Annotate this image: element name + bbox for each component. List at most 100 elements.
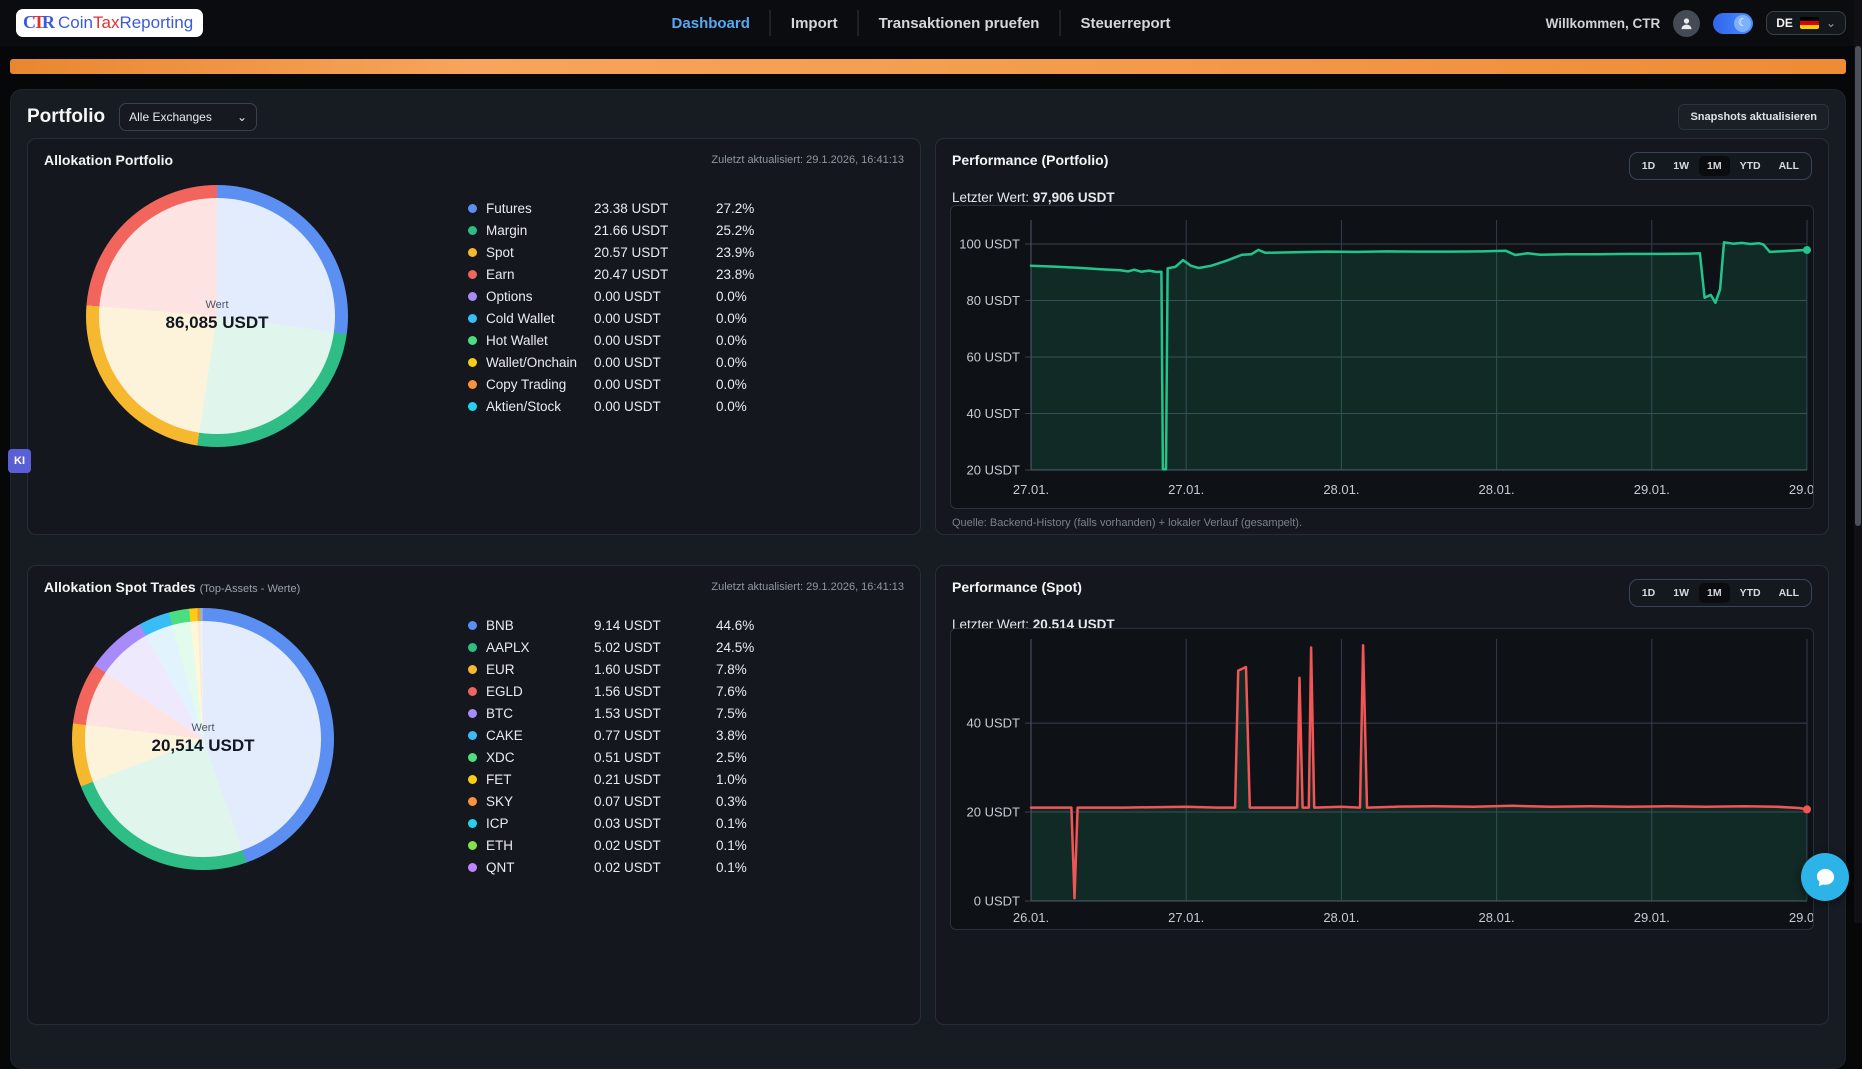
svg-text:40 USDT: 40 USDT — [967, 406, 1021, 421]
legend-value: 0.77 USDT — [594, 728, 716, 743]
legend-row-btc: BTC1.53 USDT7.5% — [468, 702, 786, 724]
legend-row-egld: EGLD1.56 USDT7.6% — [468, 680, 786, 702]
range-button-1m[interactable]: 1M — [1699, 156, 1730, 176]
svg-text:20 USDT: 20 USDT — [967, 463, 1021, 478]
theme-toggle[interactable]: ☾ — [1713, 13, 1753, 34]
legend-percent: 23.8% — [716, 267, 786, 282]
source-note: Quelle: Backend-History (falls vorhanden… — [952, 517, 1302, 529]
legend-label: Margin — [486, 223, 594, 238]
portfolio-donut-chart[interactable]: Wert 86,085 USDT — [86, 185, 348, 447]
range-button-all[interactable]: ALL — [1771, 583, 1807, 603]
portfolio-line-chart[interactable]: 100 USDT80 USDT60 USDT40 USDT20 USDT27.0… — [950, 205, 1814, 509]
app-logo[interactable]: CTR CoinTaxReporting — [16, 9, 203, 37]
legend-value: 0.00 USDT — [594, 355, 716, 370]
svg-text:28.01.: 28.01. — [1479, 482, 1515, 497]
legend-label: Wallet/Onchain — [486, 355, 594, 370]
legend-dot — [468, 863, 477, 872]
last-value-line: Letzter Wert: 97,906 USDT — [936, 180, 1828, 205]
legend-row-futures: Futures23.38 USDT27.2% — [468, 197, 786, 219]
line-chart-svg: 100 USDT80 USDT60 USDT40 USDT20 USDT27.0… — [951, 206, 1814, 508]
legend-value: 0.51 USDT — [594, 750, 716, 765]
legend-value: 0.00 USDT — [594, 289, 716, 304]
legend-value: 0.02 USDT — [594, 838, 716, 853]
legend-dot — [468, 621, 477, 630]
legend-dot — [468, 819, 477, 828]
legend-label: Aktien/Stock — [486, 399, 594, 414]
legend-label: EUR — [486, 662, 594, 677]
spot-line-chart[interactable]: 40 USDT20 USDT0 USDT26.01.27.01.28.01.28… — [950, 628, 1814, 930]
nav-link-steuerreport[interactable]: Steuerreport — [1080, 15, 1170, 32]
legend-value: 0.00 USDT — [594, 399, 716, 414]
legend-dot — [468, 270, 477, 279]
legend-value: 0.03 USDT — [594, 816, 716, 831]
legend-percent: 3.8% — [716, 728, 786, 743]
legend-label: ICP — [486, 816, 594, 831]
spot-legend: BNB9.14 USDT44.6%AAPLX5.02 USDT24.5%EUR1… — [468, 614, 786, 878]
range-button-ytd[interactable]: YTD — [1732, 156, 1769, 176]
legend-percent: 7.5% — [716, 706, 786, 721]
allocation-spot-card: Allokation Spot Trades (Top-Assets - Wer… — [27, 565, 921, 1025]
spot-donut-chart[interactable]: Wert 20,514 USDT — [72, 608, 334, 870]
legend-value: 20.47 USDT — [594, 267, 716, 282]
navbar: CTR CoinTaxReporting Dashboard Import Tran… — [0, 0, 1862, 46]
legend-label: Cold Wallet — [486, 311, 594, 326]
legend-dot — [468, 643, 477, 652]
legend-value: 0.00 USDT — [594, 311, 716, 326]
range-button-all[interactable]: ALL — [1771, 156, 1807, 176]
legend-value: 0.00 USDT — [594, 377, 716, 392]
chevron-down-icon: ⌄ — [1826, 20, 1836, 26]
svg-text:27.01.: 27.01. — [1013, 482, 1049, 497]
legend-row-xdc: XDC0.51 USDT2.5% — [468, 746, 786, 768]
legend-row-eth: ETH0.02 USDT0.1% — [468, 834, 786, 856]
legend-dot — [468, 797, 477, 806]
svg-text:60 USDT: 60 USDT — [967, 350, 1021, 365]
chat-widget-button[interactable] — [1801, 853, 1849, 901]
exchange-filter-select[interactable]: Alle Exchanges ⌄ — [119, 103, 257, 131]
range-button-ytd[interactable]: YTD — [1732, 583, 1769, 603]
range-button-1m[interactable]: 1M — [1699, 583, 1730, 603]
vertical-scrollbar[interactable] — [1854, 0, 1862, 923]
range-button-1w[interactable]: 1W — [1665, 156, 1697, 176]
last-updated-text: Zuletzt aktualisiert: 29.1.2026, 16:41:1… — [711, 152, 904, 166]
snapshots-refresh-button[interactable]: Snapshots aktualisieren — [1678, 104, 1829, 130]
nav-link-import[interactable]: Import — [791, 15, 838, 32]
svg-text:29.01.: 29.01. — [1789, 482, 1814, 497]
legend-label: FET — [486, 772, 594, 787]
legend-row-spot: Spot20.57 USDT23.9% — [468, 241, 786, 263]
time-range-selector: 1D1W1MYTDALL — [1629, 152, 1812, 180]
language-select[interactable]: DE ⌄ — [1766, 11, 1846, 35]
legend-percent: 7.6% — [716, 684, 786, 699]
legend-dot — [468, 775, 477, 784]
legend-label: Earn — [486, 267, 594, 282]
legend-label: Options — [486, 289, 594, 304]
svg-text:20 USDT: 20 USDT — [967, 805, 1021, 820]
legend-label: BTC — [486, 706, 594, 721]
legend-dot — [468, 204, 477, 213]
range-button-1w[interactable]: 1W — [1665, 583, 1697, 603]
legend-dot — [468, 687, 477, 696]
person-icon — [1679, 16, 1694, 31]
svg-text:80 USDT: 80 USDT — [967, 293, 1021, 308]
navbar-right: Willkommen, CTR ☾ DE ⌄ — [1546, 10, 1846, 37]
legend-row-wallet-onchain: Wallet/Onchain0.00 USDT0.0% — [468, 351, 786, 373]
ki-assistant-button[interactable]: KI — [8, 449, 31, 473]
legend-label: Hot Wallet — [486, 333, 594, 348]
legend-row-bnb: BNB9.14 USDT44.6% — [468, 614, 786, 636]
legend-label: SKY — [486, 794, 594, 809]
nav-link-transaktionen-pruefen[interactable]: Transaktionen pruefen — [879, 15, 1040, 32]
legend-row-hot-wallet: Hot Wallet0.00 USDT0.0% — [468, 329, 786, 351]
user-avatar[interactable] — [1673, 10, 1700, 37]
legend-dot — [468, 226, 477, 235]
legend-row-sky: SKY0.07 USDT0.3% — [468, 790, 786, 812]
legend-row-options: Options0.00 USDT0.0% — [468, 285, 786, 307]
legend-value: 21.66 USDT — [594, 223, 716, 238]
svg-text:0 USDT: 0 USDT — [974, 894, 1020, 909]
scrollbar-thumb[interactable] — [1855, 46, 1861, 526]
nav-separator — [858, 10, 859, 36]
range-button-1d[interactable]: 1D — [1634, 156, 1663, 176]
legend-percent: 7.8% — [716, 662, 786, 677]
range-button-1d[interactable]: 1D — [1634, 583, 1663, 603]
legend-percent: 24.5% — [716, 640, 786, 655]
legend-percent: 0.0% — [716, 355, 786, 370]
nav-link-dashboard[interactable]: Dashboard — [672, 15, 750, 32]
